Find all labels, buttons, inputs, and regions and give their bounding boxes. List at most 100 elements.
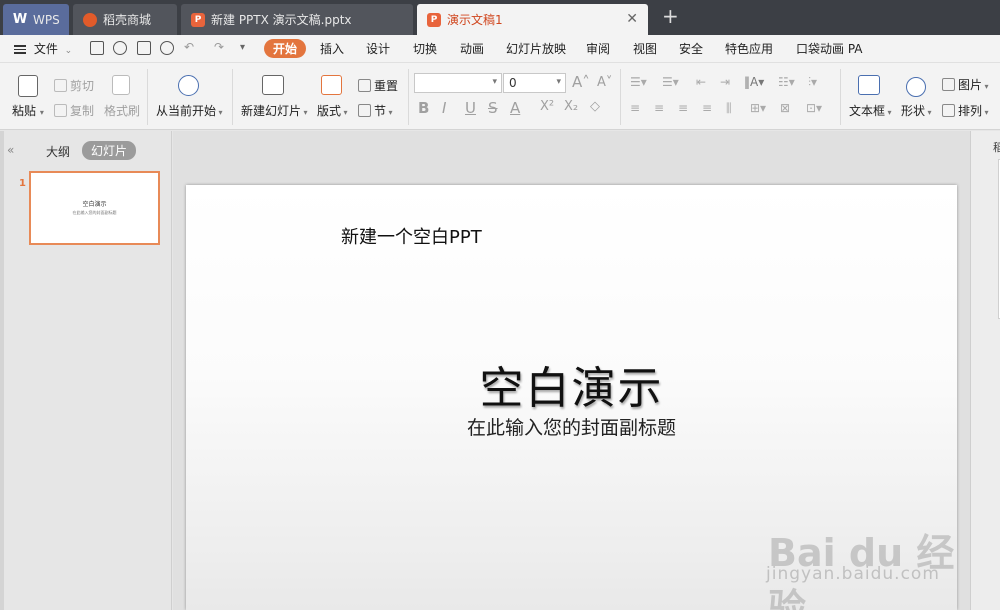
tab-slides[interactable]: 幻灯片 bbox=[82, 141, 137, 160]
file-menu-label: 文件 bbox=[33, 42, 58, 56]
slide-thumbnail[interactable]: 空白演示 在此输入您的封面副标题 bbox=[29, 171, 160, 245]
print-preview-icon[interactable] bbox=[160, 41, 174, 55]
shapes-icon[interactable] bbox=[906, 77, 926, 97]
paste-button[interactable]: 粘贴 ▾ bbox=[12, 102, 44, 119]
ribbon-separator bbox=[232, 69, 233, 125]
play-icon[interactable] bbox=[178, 75, 199, 96]
start-from-current-button[interactable]: 从当前开始 ▾ bbox=[156, 102, 223, 119]
tab-document-pptx[interactable]: P 新建 PPTX 演示文稿.pptx bbox=[181, 4, 413, 35]
undo-icon[interactable]: ↶ bbox=[184, 40, 194, 54]
shapes-label: 形状 bbox=[901, 104, 926, 118]
arrange-button[interactable]: 排列 ▾ bbox=[942, 102, 989, 119]
task-pane: 稻 bbox=[970, 131, 1000, 610]
tab-wps-home[interactable]: W WPS bbox=[3, 4, 69, 35]
format-painter-icon[interactable] bbox=[113, 41, 127, 55]
align-left-icon[interactable]: ≡ bbox=[630, 101, 640, 115]
underline-icon[interactable]: U bbox=[465, 99, 476, 117]
menu-slideshow[interactable]: 幻灯片放映 bbox=[506, 40, 566, 57]
clear-format-icon[interactable]: ◇ bbox=[590, 99, 600, 114]
font-size-dropdown[interactable]: 0 ▾ bbox=[503, 73, 566, 93]
layout-button[interactable]: 版式 ▾ bbox=[317, 102, 348, 119]
text-direction-icon[interactable]: ‖A▾ bbox=[744, 75, 764, 89]
numbered-list-icon[interactable]: ☰▾ bbox=[662, 75, 679, 89]
layout-icon[interactable] bbox=[321, 75, 342, 95]
align-text-icon[interactable]: ⫶▾ bbox=[808, 75, 817, 90]
menu-transition[interactable]: 切换 bbox=[413, 40, 437, 57]
textbox-icon[interactable] bbox=[858, 75, 880, 95]
italic-icon[interactable]: I bbox=[442, 99, 446, 117]
customize-toolbar-icon[interactable]: ▾ bbox=[240, 42, 245, 53]
watermark-url: jingyan.baidu.com bbox=[766, 564, 940, 584]
decrease-indent-icon[interactable]: ⇤ bbox=[696, 75, 706, 89]
redo-icon[interactable]: ↷ bbox=[214, 40, 224, 54]
save-icon[interactable] bbox=[90, 41, 104, 55]
cut-button[interactable]: 剪切 bbox=[54, 77, 94, 94]
copy-label: 复制 bbox=[70, 104, 95, 118]
distribute-icon[interactable]: ⫼ bbox=[726, 101, 732, 116]
line-spacing-icon[interactable]: ☷▾ bbox=[778, 75, 795, 89]
shrink-font-icon[interactable]: A˅ bbox=[597, 75, 612, 90]
new-slide-icon[interactable] bbox=[262, 75, 284, 95]
print-icon[interactable] bbox=[137, 41, 151, 55]
tab-docer-store[interactable]: 稻壳商城 bbox=[73, 4, 177, 35]
font-color-icon[interactable]: A bbox=[510, 99, 520, 117]
tab-label: 稻壳商城 bbox=[103, 13, 152, 27]
ribbon-toolbar: 粘贴 ▾ 剪切 复制 格式刷 从当前开始 ▾ 新建幻灯片 ▾ 版式 ▾ 重置 节… bbox=[0, 63, 1000, 130]
font-name-dropdown[interactable]: ▾ bbox=[414, 73, 502, 93]
convert-smartart-icon[interactable]: ⊠ bbox=[780, 101, 790, 115]
menu-start[interactable]: 开始 bbox=[264, 39, 307, 58]
tab-label: WPS bbox=[33, 12, 60, 27]
close-icon[interactable]: ✕ bbox=[626, 12, 638, 26]
task-pane-label[interactable]: 稻 bbox=[993, 139, 1000, 155]
new-slide-button[interactable]: 新建幻灯片 ▾ bbox=[241, 102, 308, 119]
menu-features[interactable]: 特色应用 bbox=[725, 40, 773, 57]
tab-label: 演示文稿1 bbox=[447, 13, 503, 27]
justify-icon[interactable]: ≡ bbox=[702, 101, 712, 115]
flame-icon bbox=[83, 12, 97, 27]
hamburger-icon bbox=[14, 43, 26, 56]
menu-insert[interactable]: 插入 bbox=[320, 40, 344, 57]
text-effects-icon[interactable]: ⊡▾ bbox=[806, 101, 822, 115]
menu-review[interactable]: 审阅 bbox=[586, 40, 610, 57]
section-button[interactable]: 节 ▾ bbox=[358, 102, 393, 119]
picture-button[interactable]: 图片 ▾ bbox=[942, 76, 989, 93]
grow-font-icon[interactable]: A˄ bbox=[572, 73, 590, 91]
slide-annotation-text[interactable]: 新建一个空白PPT bbox=[341, 223, 482, 249]
paste-icon[interactable] bbox=[18, 75, 38, 97]
arrange-label: 排列 bbox=[958, 104, 983, 118]
reset-button[interactable]: 重置 bbox=[358, 77, 398, 94]
strikethrough-icon[interactable]: S bbox=[488, 99, 498, 117]
increase-indent-icon[interactable]: ⇥ bbox=[720, 75, 730, 89]
align-right-icon[interactable]: ≡ bbox=[678, 101, 688, 115]
tab-active-document[interactable]: P 演示文稿1 ✕ bbox=[417, 4, 648, 35]
file-menu[interactable]: 文件 ⌄ bbox=[14, 40, 72, 57]
align-center-icon[interactable]: ≡ bbox=[654, 101, 664, 115]
slide-title[interactable]: 空白演示 bbox=[186, 352, 957, 416]
menu-pocket-animation[interactable]: 口袋动画 PA bbox=[796, 40, 863, 57]
columns-icon[interactable]: ⊞▾ bbox=[750, 101, 766, 115]
copy-button[interactable]: 复制 bbox=[54, 102, 94, 119]
menu-animation[interactable]: 动画 bbox=[460, 40, 484, 57]
add-tab-icon[interactable]: + bbox=[662, 6, 679, 26]
section-label: 节 bbox=[374, 104, 387, 118]
section-icon bbox=[358, 104, 371, 117]
slide-number: 1 bbox=[19, 178, 26, 189]
collapse-panel-icon[interactable]: « bbox=[7, 143, 14, 157]
menu-design[interactable]: 设计 bbox=[366, 40, 390, 57]
menu-view[interactable]: 视图 bbox=[633, 40, 657, 57]
format-painter-button[interactable]: 格式刷 bbox=[104, 102, 140, 119]
textbox-button[interactable]: 文本框 ▾ bbox=[849, 102, 892, 119]
slide-subtitle[interactable]: 在此输入您的封面副标题 bbox=[186, 413, 957, 440]
bold-icon[interactable]: B bbox=[418, 99, 429, 117]
menu-bar: 文件 ⌄ ↶ ↷ ▾ 开始 插入 设计 切换 动画 幻灯片放映 审阅 视图 安全… bbox=[0, 35, 1000, 63]
menu-security[interactable]: 安全 bbox=[679, 40, 703, 57]
start-from-current-label: 从当前开始 bbox=[156, 104, 217, 118]
superscript-icon[interactable]: X² bbox=[540, 99, 554, 114]
tab-outline[interactable]: 大纲 bbox=[46, 143, 70, 160]
left-edge-scrollbar[interactable] bbox=[0, 131, 4, 610]
format-painter-big-icon[interactable] bbox=[112, 75, 130, 95]
subscript-icon[interactable]: X₂ bbox=[564, 99, 578, 114]
shapes-button[interactable]: 形状 ▾ bbox=[901, 102, 932, 119]
bullet-list-icon[interactable]: ☰▾ bbox=[630, 75, 647, 89]
ribbon-separator bbox=[147, 69, 148, 125]
